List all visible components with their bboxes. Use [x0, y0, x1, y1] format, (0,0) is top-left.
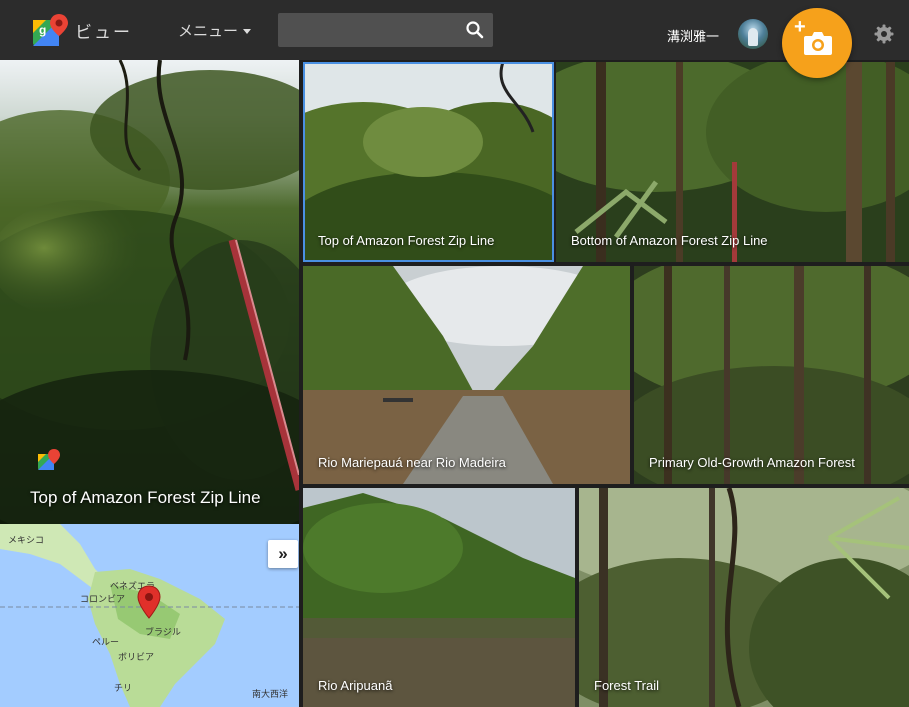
map-label-south-atlantic: 南大西洋	[252, 689, 289, 699]
tile-caption: Bottom of Amazon Forest Zip Line	[571, 233, 768, 248]
map-pin-icon[interactable]	[137, 585, 161, 619]
map-label-peru: ペルー	[92, 637, 120, 647]
tile-image	[579, 488, 909, 707]
user-name[interactable]: 溝渕雅一	[667, 26, 719, 45]
camera-icon	[804, 32, 832, 55]
search-box	[278, 13, 493, 47]
map-label-colombia: コロンビア	[80, 594, 126, 604]
tile-caption: Forest Trail	[594, 678, 660, 693]
hero-caption: Top of Amazon Forest Zip Line	[30, 488, 261, 507]
tile-image	[303, 62, 554, 262]
tile-caption: Primary Old-Growth Amazon Forest	[649, 455, 855, 470]
map-label-bolivia: ボリビア	[118, 652, 155, 662]
tile-caption: Rio Aripuanã	[318, 678, 393, 693]
tile-image	[556, 62, 909, 262]
hero-panorama[interactable]: Top of Amazon Forest Zip Line	[0, 60, 299, 524]
menu-button[interactable]: メニュー	[178, 20, 252, 41]
tile-image	[303, 488, 575, 707]
tile-image	[303, 266, 630, 484]
search-icon[interactable]	[465, 20, 485, 40]
gear-icon[interactable]	[874, 24, 894, 44]
map-label-chile: チリ	[114, 683, 133, 693]
photo-tile[interactable]: Forest Trail	[579, 488, 909, 707]
chevron-down-icon	[243, 29, 252, 34]
google-maps-small-icon	[38, 449, 60, 470]
svg-text:g: g	[39, 23, 46, 37]
avatar[interactable]	[738, 19, 768, 49]
top-bar: g ビュー メニュー 溝渕雅一	[0, 0, 909, 60]
search-input[interactable]	[278, 13, 458, 47]
photo-tile[interactable]: Top of Amazon Forest Zip Line	[303, 62, 554, 262]
photo-tile[interactable]: Bottom of Amazon Forest Zip Line	[556, 62, 909, 262]
google-maps-logo-icon[interactable]: g	[32, 12, 68, 48]
photo-tile[interactable]: Primary Old-Growth Amazon Forest	[634, 266, 909, 484]
add-photo-button[interactable]: +	[782, 8, 852, 78]
expand-map-button[interactable]: »	[268, 540, 298, 568]
menu-label: メニュー	[178, 23, 239, 40]
tile-caption: Top of Amazon Forest Zip Line	[318, 233, 495, 248]
tile-image	[634, 266, 909, 484]
photo-tile[interactable]: Rio Aripuanã	[303, 488, 575, 707]
avatar-figure	[748, 28, 758, 46]
photo-tile[interactable]: Rio Mariepauá near Rio Madeira	[303, 266, 630, 484]
app-title: ビュー	[75, 23, 132, 42]
map-label-mexico: メキシコ	[8, 535, 45, 545]
map-label-brazil: ブラジル	[145, 627, 181, 637]
tile-caption: Rio Mariepauá near Rio Madeira	[318, 455, 506, 470]
